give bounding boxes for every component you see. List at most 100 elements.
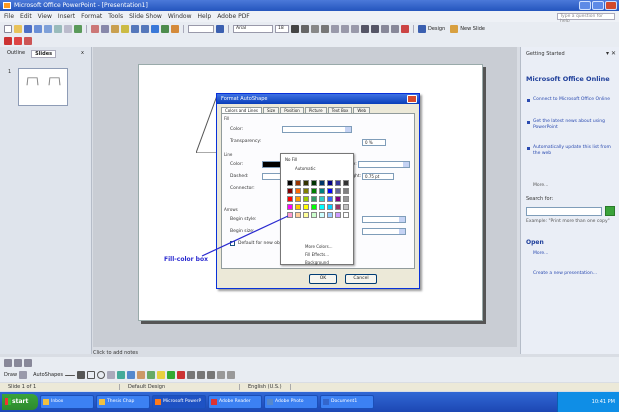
email-icon[interactable] — [44, 24, 52, 33]
design-button[interactable]: Design — [428, 26, 445, 32]
line-style-icon[interactable] — [186, 371, 195, 379]
palette-swatch[interactable] — [319, 212, 325, 218]
palette-swatch[interactable] — [343, 204, 349, 210]
normal-view-icon[interactable] — [4, 358, 12, 367]
palette-swatch[interactable] — [303, 188, 309, 194]
palette-swatch[interactable] — [295, 180, 301, 186]
palette-swatch[interactable] — [319, 204, 325, 210]
palette-swatch[interactable] — [295, 188, 301, 194]
cancel-button[interactable]: Cancel — [345, 274, 377, 284]
menu-file[interactable]: File — [4, 13, 14, 20]
font-color-icon[interactable] — [176, 371, 185, 379]
tab-outline[interactable]: Outline — [4, 50, 28, 58]
palette-swatch[interactable] — [295, 196, 301, 202]
font-color-icon[interactable] — [401, 24, 409, 33]
format-painter-icon[interactable] — [121, 24, 129, 33]
palette-swatch[interactable] — [295, 204, 301, 210]
taskbar-item[interactable]: Adobe Reader — [208, 395, 262, 409]
fill-effects-option[interactable]: Fill Effects... — [305, 252, 329, 257]
font-name-combo[interactable]: Arial — [233, 24, 273, 33]
tab-slides[interactable]: Slides — [31, 50, 57, 58]
minimize-button[interactable] — [579, 1, 591, 10]
print-icon[interactable] — [54, 24, 62, 33]
palette-swatch[interactable] — [319, 180, 325, 186]
close-button[interactable] — [605, 1, 617, 10]
shadow-icon[interactable] — [321, 24, 329, 33]
wordart-icon[interactable] — [116, 371, 125, 379]
clip-art-icon[interactable] — [136, 371, 145, 379]
draw-menu[interactable]: Draw — [4, 372, 17, 378]
bold-icon[interactable] — [291, 24, 299, 33]
menu-slide-show[interactable]: Slide Show — [129, 13, 162, 20]
palette-swatch[interactable] — [343, 212, 349, 218]
redo-icon[interactable] — [141, 24, 149, 33]
palette-swatch[interactable] — [319, 188, 325, 194]
select-objects-icon[interactable] — [19, 371, 28, 379]
numbering-icon[interactable] — [361, 24, 369, 33]
italic-icon[interactable] — [301, 24, 309, 33]
palette-swatch[interactable] — [319, 196, 325, 202]
ok-button[interactable]: OK — [309, 274, 337, 284]
save-icon[interactable] — [24, 24, 32, 33]
palette-swatch[interactable] — [327, 180, 333, 186]
palette-swatch[interactable] — [335, 188, 341, 194]
fill-color-combo[interactable] — [282, 126, 352, 133]
new-slide-icon[interactable] — [450, 24, 459, 33]
menu-insert[interactable]: Insert — [58, 13, 75, 20]
dash-style-icon[interactable] — [196, 371, 205, 379]
palette-swatch[interactable] — [311, 180, 317, 186]
menu-adobe-pdf[interactable]: Adobe PDF — [217, 13, 250, 20]
dialog-close-icon[interactable] — [407, 95, 417, 103]
palette-swatch[interactable] — [335, 196, 341, 202]
center-icon[interactable] — [341, 24, 349, 33]
arrow-tool-icon[interactable] — [76, 371, 85, 379]
bullets-icon[interactable] — [371, 24, 379, 33]
menu-window[interactable]: Window — [168, 13, 192, 20]
font-size-combo[interactable]: 18 — [275, 24, 289, 33]
weight-field[interactable]: 0.75 pt — [362, 173, 394, 180]
palette-swatch[interactable] — [343, 188, 349, 194]
new-slide-button[interactable]: New Slide — [460, 26, 485, 32]
oval-tool-icon[interactable] — [96, 371, 105, 379]
palette-swatch[interactable] — [287, 180, 293, 186]
taskbar-item[interactable]: Document1 — [320, 395, 374, 409]
search-go-icon[interactable] — [605, 206, 615, 216]
end-style-combo[interactable] — [362, 216, 406, 223]
taskbar-item[interactable]: Thesis Chap — [96, 395, 150, 409]
zoom-combo[interactable] — [188, 24, 214, 33]
palette-swatch[interactable] — [303, 196, 309, 202]
maximize-button[interactable] — [592, 1, 604, 10]
line-color-icon[interactable] — [166, 371, 175, 379]
help-icon[interactable] — [216, 24, 224, 33]
palette-swatch[interactable] — [311, 212, 317, 218]
shadow-style-icon[interactable] — [216, 371, 225, 379]
pdf-convert-icon[interactable] — [4, 37, 12, 45]
palette-swatch[interactable] — [287, 188, 293, 194]
palette-swatch[interactable] — [311, 204, 317, 210]
align-right-icon[interactable] — [351, 24, 359, 33]
search-input[interactable] — [526, 207, 602, 216]
insert-chart-icon[interactable] — [151, 24, 159, 33]
spelling-icon[interactable] — [74, 24, 82, 33]
palette-swatch[interactable] — [287, 196, 293, 202]
automatic-option[interactable]: Automatic — [295, 166, 316, 171]
fill-color-icon[interactable] — [156, 371, 165, 379]
taskbar-item[interactable]: Adobe Photo — [264, 395, 318, 409]
taskbar-item[interactable]: Inbox — [40, 395, 94, 409]
slide-sorter-icon[interactable] — [14, 358, 22, 367]
rectangle-tool-icon[interactable] — [86, 371, 95, 379]
no-fill-option[interactable]: No Fill — [285, 157, 297, 162]
start-button[interactable]: start — [2, 394, 38, 410]
palette-swatch[interactable] — [295, 212, 301, 218]
task-pane-title[interactable]: Getting Started — [526, 51, 565, 57]
style-combo[interactable] — [358, 161, 410, 168]
copy-icon[interactable] — [101, 24, 109, 33]
undo-icon[interactable] — [131, 24, 139, 33]
palette-swatch[interactable] — [303, 204, 309, 210]
more-link[interactable]: More... — [533, 183, 548, 188]
task-pane-nav-icon[interactable]: ▾ ✕ — [606, 50, 616, 57]
insert-table-icon[interactable] — [161, 24, 169, 33]
close-pane-icon[interactable]: x — [78, 50, 87, 58]
latest-news-link[interactable]: Get the latest news about using PowerPoi… — [533, 119, 613, 131]
no-fill-row[interactable]: No Fill — [285, 157, 297, 162]
